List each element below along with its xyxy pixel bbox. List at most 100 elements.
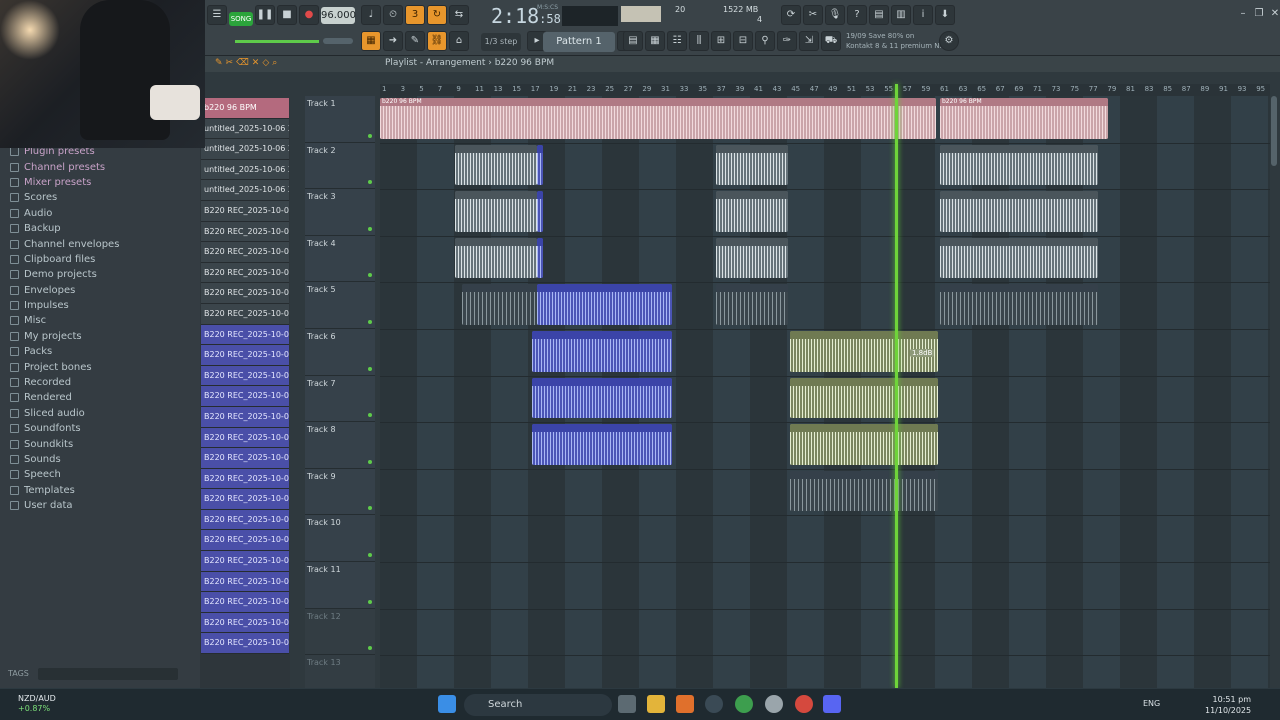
picker-clip[interactable]: B220 REC_2025-10-07 21.. [201, 633, 289, 655]
track-enable-icon[interactable] [368, 366, 372, 371]
track-header[interactable]: Track 3 [305, 189, 375, 236]
browser-item[interactable]: Channel envelopes [0, 236, 195, 251]
playlist-icon[interactable]: ▤ [623, 31, 643, 51]
browser-item[interactable]: Recorded [0, 375, 195, 390]
track-enable-icon[interactable] [368, 273, 372, 278]
browser-item[interactable]: Impulses [0, 298, 195, 313]
audio-clip[interactable] [716, 237, 788, 279]
picker-clip[interactable]: B220 REC_2025-10-07 21.. [201, 530, 289, 552]
song-mode-button[interactable]: SONG [229, 12, 253, 26]
picker-clip[interactable]: B220 REC_2025-10-06 20.. [201, 221, 289, 243]
snap-selector[interactable]: 1/3 step [481, 33, 521, 51]
picker-clip[interactable]: untitled_2025-10-06 20-.. [201, 159, 289, 181]
help-icon[interactable]: ? [847, 5, 867, 25]
audio-clip[interactable] [790, 424, 938, 465]
audio-clip[interactable] [940, 237, 1098, 279]
info-icon[interactable]: i [913, 5, 933, 25]
refresh-icon[interactable]: ⟳ [781, 5, 801, 25]
audio-clip[interactable] [940, 191, 1098, 232]
track-header[interactable]: Track 4 [305, 235, 375, 283]
news-hint[interactable]: 19/09 Save 80% on Kontakt 8 & 11 premium… [846, 31, 944, 51]
clip-header[interactable] [716, 191, 788, 200]
link-icon[interactable]: ⛓ [427, 31, 447, 51]
clip-header[interactable] [716, 237, 788, 246]
playlist-snap-icon[interactable]: ▦ [361, 31, 381, 51]
taskbar-search[interactable]: Search [464, 694, 612, 716]
track-header[interactable]: Track 6 [305, 328, 375, 376]
piano-roll-icon[interactable]: ▦ [645, 31, 665, 51]
playhead[interactable] [895, 84, 898, 688]
picker-clip[interactable]: B220 REC_2025-10-07 21.. [201, 571, 289, 593]
picker-clip[interactable]: untitled_2025-10-06 20-.. [201, 180, 289, 201]
clip-header[interactable] [940, 191, 1098, 200]
browser-item[interactable]: Templates [0, 483, 195, 498]
audio-clip[interactable] [716, 144, 788, 186]
market-ticker[interactable]: NZD/AUD +0.87% [18, 694, 56, 714]
browser-item[interactable]: Scores [0, 190, 195, 205]
clip-header[interactable] [716, 284, 788, 293]
tags-search-input[interactable] [38, 668, 178, 680]
clip-header[interactable] [940, 144, 1098, 153]
audio-clip[interactable] [455, 144, 537, 186]
cut-icon[interactable]: ✂ [803, 5, 823, 25]
pencil-icon[interactable]: ✎ [405, 31, 425, 51]
clip-header[interactable] [790, 470, 938, 479]
download-icon[interactable]: ⬇ [935, 5, 955, 25]
countdown-icon[interactable]: 3 [405, 5, 425, 25]
browser-item[interactable]: Sliced audio [0, 406, 195, 421]
settings-icon[interactable]: ⚙ [939, 31, 959, 51]
track-enable-icon[interactable] [368, 413, 372, 418]
clip-header[interactable]: b220 96 BPM [940, 98, 1108, 106]
arrangement-name[interactable]: b220 96 BPM [495, 58, 554, 68]
track-enable-icon[interactable] [368, 646, 372, 651]
clip-header[interactable] [790, 377, 938, 386]
wait-record-icon[interactable]: ⏲ [383, 5, 403, 25]
browser-icon[interactable]: ⊟ [733, 31, 753, 51]
cart-icon[interactable]: ⛟ [821, 31, 841, 51]
clip-header[interactable] [537, 237, 543, 246]
save-icon[interactable]: ▤ [869, 5, 889, 25]
browser-item[interactable]: Clipboard files [0, 252, 195, 267]
browser-item[interactable]: Rendered [0, 390, 195, 405]
step-edit-icon[interactable]: ⇆ [449, 5, 469, 25]
audio-clip[interactable] [462, 284, 538, 325]
browser-item[interactable]: Speech [0, 467, 195, 482]
picker-clip[interactable]: B220 REC_2025-10-06 20.. [201, 242, 289, 263]
clip-header[interactable] [537, 284, 672, 293]
menu-icon[interactable]: ☰ [207, 5, 227, 25]
record-button[interactable]: ● [299, 5, 319, 25]
browser-item[interactable]: Demo projects [0, 267, 195, 282]
pattern-selector[interactable]: Pattern 1 [543, 32, 615, 52]
search-app-icon[interactable] [705, 695, 723, 713]
audio-clip[interactable]: b220 96 BPM [380, 98, 936, 139]
pause-button[interactable]: ❚❚ [255, 5, 275, 25]
arrangement-lanes[interactable]: b220 96 BPM b220 96 BPM 1.8dB [380, 96, 1270, 688]
clip-header[interactable] [532, 331, 672, 339]
browser-item[interactable]: Envelopes [0, 283, 195, 298]
picker-clip[interactable]: B220 REC_2025-10-07 20.. [201, 345, 289, 366]
audio-clip[interactable] [537, 237, 543, 279]
loop-record-icon[interactable]: ↻ [427, 5, 447, 25]
chrome-icon[interactable] [735, 695, 753, 713]
picker-clip[interactable]: B220 REC_2025-10-07 20.. [201, 406, 289, 428]
mixer-icon[interactable]: ▥ [891, 5, 911, 25]
track-header[interactable]: Track 7 [305, 375, 375, 423]
track-enable-icon[interactable] [368, 552, 372, 557]
vertical-scrollbar[interactable] [1271, 96, 1277, 166]
clip-header[interactable] [537, 144, 543, 153]
audio-clip[interactable] [716, 284, 788, 325]
browser-item[interactable]: Project bones [0, 359, 195, 374]
track-header[interactable]: Track 5 [305, 282, 375, 329]
track-header[interactable]: Track 11 [305, 561, 375, 609]
browser-item[interactable]: Soundkits [0, 436, 195, 451]
audio-clip[interactable] [537, 144, 543, 186]
audio-clip[interactable] [537, 191, 543, 232]
picker-clip[interactable]: B220 REC_2025-10-07 20.. [201, 324, 289, 346]
stamp-icon[interactable]: ⌂ [449, 31, 469, 51]
clip-header[interactable] [537, 191, 543, 200]
browser-item[interactable]: Backup [0, 221, 195, 236]
track-enable-icon[interactable] [368, 506, 372, 511]
browser-item[interactable]: Channel presets [0, 159, 195, 174]
picker-clip[interactable]: B220 REC_2025-10-07 20.. [201, 386, 289, 407]
clip-header[interactable] [790, 331, 938, 339]
